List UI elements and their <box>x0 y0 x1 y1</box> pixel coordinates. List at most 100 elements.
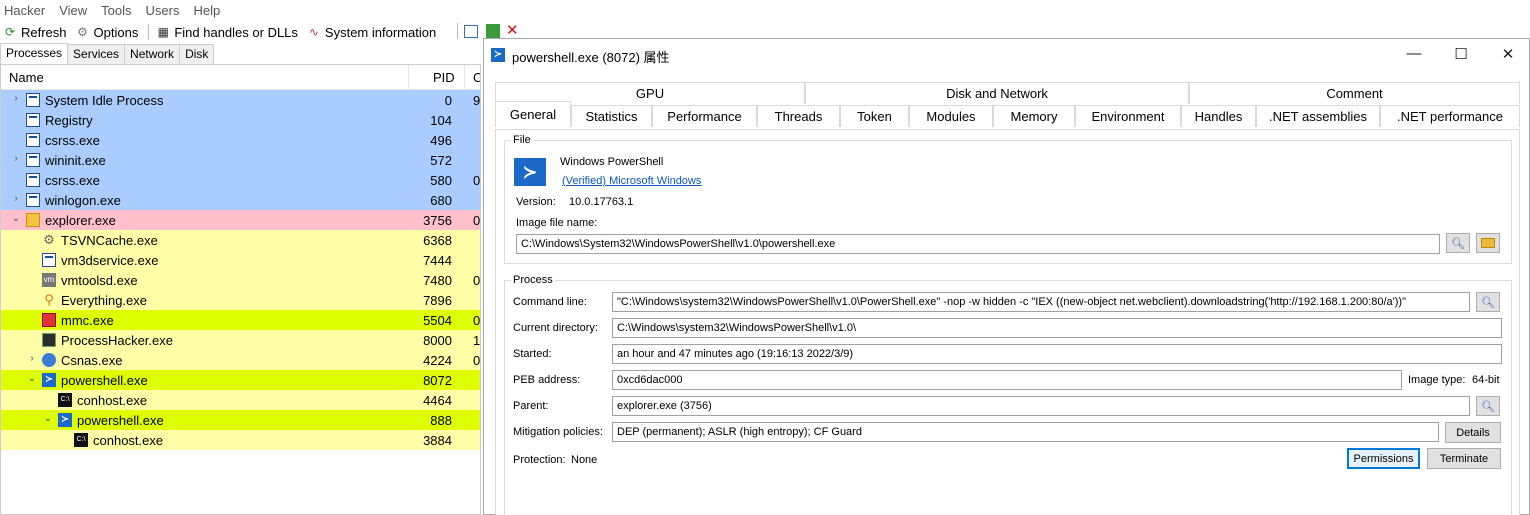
menu-help[interactable]: Help <box>193 3 220 18</box>
menu-hacker[interactable]: Hacker <box>4 3 45 18</box>
peb-address-field[interactable]: 0xcd6dac000 <box>612 370 1402 390</box>
chevron-right-icon[interactable]: › <box>26 353 38 364</box>
mitigation-policies-field[interactable]: DEP (permanent); ASLR (high entropy); CF… <box>612 422 1439 442</box>
tab-comment[interactable]: Comment <box>1189 82 1520 104</box>
process-row[interactable]: Registry 104 <box>1 110 480 130</box>
column-name-header[interactable]: Name <box>9 70 44 85</box>
process-pid: 572 <box>430 153 452 168</box>
close-icon[interactable]: ✕ <box>506 23 519 38</box>
inspect-parent-button[interactable]: 🔍︎ <box>1476 396 1500 416</box>
chevron-right-icon[interactable]: › <box>10 153 22 164</box>
process-name: conhost.exe <box>77 393 148 408</box>
process-row[interactable]: mmc.exe 5504 0 <box>1 310 480 330</box>
process-name: wininit.exe <box>45 153 106 168</box>
powershell-icon: ≻ <box>42 373 56 387</box>
process-row[interactable]: ⚙ TSVNCache.exe 6368 <box>1 230 480 250</box>
system-information-button[interactable]: ∿ System information <box>306 24 436 40</box>
process-row[interactable]: › Csnas.exe 4224 0 <box>1 350 480 370</box>
process-pid: 6368 <box>423 233 452 248</box>
chevron-down-icon[interactable]: ⌄ <box>26 373 38 384</box>
process-name: vm3dservice.exe <box>61 253 159 268</box>
powershell-icon: ≻ <box>491 48 505 62</box>
verified-signer-link[interactable]: (Verified) Microsoft Windows <box>562 175 701 187</box>
column-divider[interactable] <box>464 65 465 89</box>
menu-tools[interactable]: Tools <box>101 3 131 18</box>
open-folder-button[interactable] <box>1476 233 1500 253</box>
chevron-right-icon[interactable]: › <box>10 93 22 104</box>
process-row[interactable]: › System Idle Process 0 94 <box>1 90 480 110</box>
tab-network[interactable]: Network <box>124 44 181 64</box>
process-group-label: Process <box>511 274 555 286</box>
protection-value: None <box>571 454 598 466</box>
tab-performance[interactable]: Performance <box>652 105 757 127</box>
options-button[interactable]: ⚙ Options <box>75 24 138 40</box>
process-list[interactable]: Name PID C › System Idle Process 0 94 Regist… <box>0 64 481 515</box>
process-row[interactable]: csrss.exe 496 <box>1 130 480 150</box>
column-pid-header[interactable]: PID <box>433 70 455 85</box>
process-cpu: 0 <box>473 173 481 188</box>
process-pid: 496 <box>430 133 452 148</box>
tab-general[interactable]: General <box>495 101 571 127</box>
process-row[interactable]: ⚲ Everything.exe 7896 <box>1 290 480 310</box>
process-row[interactable]: csrss.exe 580 0 <box>1 170 481 190</box>
tab-processes[interactable]: Processes <box>0 43 69 64</box>
toolbar-extra: ✕ <box>455 23 519 39</box>
terminate-button[interactable]: Terminate <box>1427 448 1501 469</box>
parent-field[interactable]: explorer.exe (3756) <box>612 396 1470 416</box>
inspect-file-button[interactable]: 🔍︎ <box>1446 233 1470 253</box>
inspect-command-line-button[interactable]: 🔍︎ <box>1476 292 1500 312</box>
close-icon[interactable]: ✕ <box>1498 45 1518 63</box>
console-icon: C:\ <box>58 393 72 407</box>
tab-threads[interactable]: Threads <box>757 105 840 127</box>
tab-disk-and-network[interactable]: Disk and Network <box>805 82 1189 104</box>
process-name: powershell.exe <box>77 413 164 428</box>
tab-environment[interactable]: Environment <box>1075 105 1181 127</box>
tab-handles[interactable]: Handles <box>1181 105 1256 127</box>
tab-services[interactable]: Services <box>67 44 126 64</box>
export-icon[interactable] <box>486 24 500 38</box>
column-divider[interactable] <box>408 65 409 89</box>
process-row[interactable]: › winlogon.exe 680 <box>1 190 480 210</box>
maximize-icon[interactable]: ☐ <box>1451 45 1471 63</box>
chevron-down-icon[interactable]: ⌄ <box>42 413 54 424</box>
image-file-name-field[interactable]: C:\Windows\System32\WindowsPowerShell\v1… <box>516 234 1440 254</box>
process-row[interactable]: ⌄ ≻ powershell.exe 8072 <box>1 370 480 390</box>
process-row[interactable]: ⌄ explorer.exe 3756 0 <box>1 210 480 230</box>
current-directory-field[interactable]: C:\Windows\system32\WindowsPowerShell\v1… <box>612 318 1502 338</box>
window-icon[interactable] <box>464 24 478 38</box>
started-field[interactable]: an hour and 47 minutes ago (19:16:13 202… <box>612 344 1502 364</box>
process-row[interactable]: › wininit.exe 572 <box>1 150 480 170</box>
tab-row-upper: GPU Disk and Network Comment <box>495 82 1520 104</box>
tab-statistics[interactable]: Statistics <box>571 105 652 127</box>
chevron-down-icon[interactable]: ⌄ <box>10 213 22 224</box>
process-row[interactable]: vm3dservice.exe 7444 <box>1 250 480 270</box>
tab-token[interactable]: Token <box>840 105 909 127</box>
process-row[interactable]: C:\ conhost.exe 3884 <box>1 430 480 450</box>
tab-modules[interactable]: Modules <box>909 105 993 127</box>
menu-users[interactable]: Users <box>146 3 180 18</box>
find-handles-button[interactable]: ▦ Find handles or DLLs <box>155 24 298 40</box>
process-row[interactable]: vm vmtoolsd.exe 7480 0 <box>1 270 480 290</box>
menu-view[interactable]: View <box>59 3 87 18</box>
dialog-titlebar[interactable]: ≻ powershell.exe (8072) 属性 — ☐ ✕ <box>484 39 1529 71</box>
permissions-button[interactable]: Permissions <box>1347 448 1420 469</box>
tab-net-performance[interactable]: .NET performance <box>1380 105 1520 127</box>
minimize-icon[interactable]: — <box>1404 45 1424 62</box>
refresh-button[interactable]: ⟳ Refresh <box>2 24 67 40</box>
protection-label: Protection: <box>513 454 566 466</box>
tab-net-assemblies[interactable]: .NET assemblies <box>1256 105 1380 127</box>
process-name: TSVNCache.exe <box>61 233 158 248</box>
process-row[interactable]: C:\ conhost.exe 4464 <box>1 390 480 410</box>
chevron-right-icon[interactable]: › <box>10 193 22 204</box>
process-row[interactable]: ProcessHacker.exe 8000 1 <box>1 330 480 350</box>
column-cpu-header[interactable]: C <box>473 70 480 85</box>
tab-row-lower: General Statistics Performance Threads T… <box>495 101 1520 127</box>
tab-memory[interactable]: Memory <box>993 105 1075 127</box>
process-name: Csnas.exe <box>61 353 123 368</box>
command-line-field[interactable]: "C:\Windows\system32\WindowsPowerShell\v… <box>612 292 1470 312</box>
details-button[interactable]: Details <box>1445 422 1501 443</box>
process-name: Everything.exe <box>61 293 147 308</box>
process-row[interactable]: ⌄ ≻ powershell.exe 888 <box>1 410 480 430</box>
tab-disk[interactable]: Disk <box>179 44 215 64</box>
binoculars-icon: ▦ <box>157 25 170 39</box>
